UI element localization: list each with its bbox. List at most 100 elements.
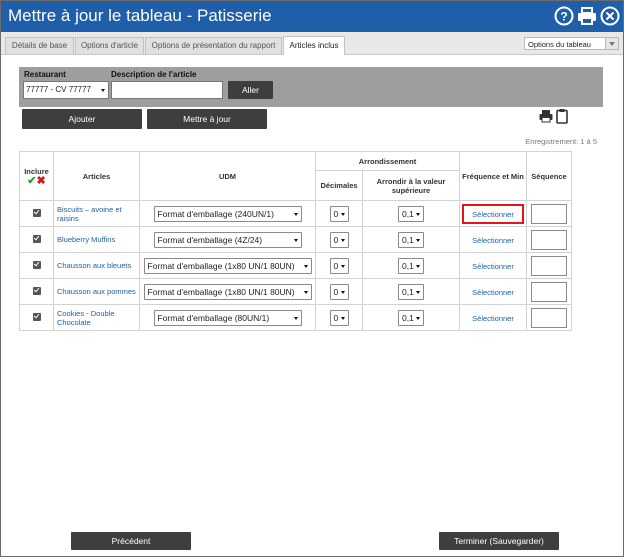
restaurant-label: Restaurant bbox=[24, 70, 66, 79]
include-checkbox[interactable] bbox=[32, 208, 41, 217]
tab-options-presentation[interactable]: Options de présentation du rapport bbox=[145, 37, 282, 54]
chevron-down-icon bbox=[416, 212, 420, 216]
check-all-icon[interactable]: ✔ bbox=[27, 175, 36, 187]
article-name[interactable]: Blueberry Muffins bbox=[53, 226, 140, 253]
arrondir-select[interactable]: 0,1 bbox=[398, 283, 424, 300]
include-checkbox[interactable] bbox=[32, 312, 41, 321]
articles-table: Inclure ✔✖ Articles UDM Arrondissement F… bbox=[19, 151, 573, 331]
udm-select[interactable]: Format d'emballage (1x80 UN/1 80UN) bbox=[143, 283, 312, 300]
frequence-cell: Sélectionner bbox=[459, 226, 528, 253]
include-cell bbox=[19, 278, 54, 305]
previous-button[interactable]: Précédent bbox=[71, 532, 191, 550]
udm-select-value: Format d'emballage (240UN/1) bbox=[157, 208, 274, 219]
arrondir-select-value: 0,1 bbox=[402, 286, 414, 297]
chevron-down-icon bbox=[293, 316, 298, 320]
clipboard-icon[interactable] bbox=[556, 108, 568, 126]
chevron-down-icon bbox=[293, 238, 298, 242]
udm-cell: Format d'emballage (4Z/24) bbox=[139, 226, 316, 253]
include-cell bbox=[19, 200, 54, 227]
sequence-cell bbox=[526, 252, 573, 279]
arrondir-cell: 0,1 bbox=[361, 252, 461, 279]
finish-save-button[interactable]: Terminer (Sauvegarder) bbox=[439, 532, 559, 550]
chevron-down-icon bbox=[340, 212, 345, 216]
close-icon[interactable] bbox=[600, 6, 620, 26]
sequence-input[interactable] bbox=[531, 255, 568, 276]
sequence-input[interactable] bbox=[531, 203, 568, 224]
link-wrap: Sélectionner bbox=[472, 313, 514, 323]
sequence-input[interactable] bbox=[531, 229, 568, 250]
udm-select[interactable]: Format d'emballage (240UN/1) bbox=[153, 205, 302, 222]
selectionner-link[interactable]: Sélectionner bbox=[472, 262, 514, 271]
table-row: Blueberry Muffins Format d'emballage (4Z/… bbox=[19, 226, 573, 253]
table-row: Biscuits – avoine et raisins Format d'emb… bbox=[19, 200, 573, 227]
chevron-down-icon bbox=[340, 238, 345, 242]
decimales-select-value: 0 bbox=[333, 260, 339, 271]
table-row: Chausson aux bleuets Format d'emballage (… bbox=[19, 252, 573, 279]
inclure-header: Inclure ✔✖ bbox=[19, 151, 54, 201]
arrondir-cell: 0,1 bbox=[361, 200, 461, 227]
udm-select-value: Format d'emballage (1x80 UN/1 80UN) bbox=[147, 286, 295, 297]
decimales-cell: 0 bbox=[315, 226, 363, 253]
add-button[interactable]: Ajouter bbox=[22, 109, 142, 129]
article-name[interactable]: Cookies - Double Chocolate bbox=[53, 304, 140, 331]
print-list-icon[interactable] bbox=[539, 109, 553, 125]
decimales-select-value: 0 bbox=[333, 208, 339, 219]
chevron-down-icon bbox=[416, 238, 420, 242]
udm-select[interactable]: Format d'emballage (4Z/24) bbox=[153, 231, 302, 248]
description-input[interactable] bbox=[111, 81, 223, 99]
tab-options-article[interactable]: Options d'article bbox=[75, 37, 144, 54]
udm-cell: Format d'emballage (1x80 UN/1 80UN) bbox=[139, 252, 316, 279]
decimales-select[interactable]: 0 bbox=[329, 257, 349, 274]
sequence-input[interactable] bbox=[531, 281, 568, 302]
sequence-header: Séquence bbox=[526, 151, 573, 201]
articles-header: Articles bbox=[53, 151, 140, 201]
arrondir-select-value: 0,1 bbox=[402, 208, 414, 219]
arrondir-select[interactable]: 0,1 bbox=[398, 309, 424, 326]
restaurant-select[interactable]: 77777 - CV 77777 bbox=[23, 81, 109, 99]
include-checkbox[interactable] bbox=[32, 260, 41, 269]
decimales-select[interactable]: 0 bbox=[329, 283, 349, 300]
include-checkbox[interactable] bbox=[32, 234, 41, 243]
udm-select[interactable]: Format d'emballage (80UN/1) bbox=[153, 309, 302, 326]
update-button[interactable]: Mettre à jour bbox=[147, 109, 267, 129]
tab-details-de-base[interactable]: Détails de base bbox=[5, 37, 74, 54]
include-checkbox[interactable] bbox=[32, 286, 41, 295]
tab-articles-inclus[interactable]: Articles inclus bbox=[283, 36, 345, 55]
article-name[interactable]: Biscuits – avoine et raisins bbox=[53, 200, 140, 227]
aller-button[interactable]: Aller bbox=[228, 81, 273, 99]
link-wrap: Sélectionner bbox=[472, 261, 514, 271]
udm-cell: Format d'emballage (80UN/1) bbox=[139, 304, 316, 331]
article-name[interactable]: Chausson aux pommes bbox=[53, 278, 140, 305]
article-name[interactable]: Chausson aux bleuets bbox=[53, 252, 140, 279]
chevron-down-icon bbox=[605, 38, 618, 49]
help-icon[interactable]: ? bbox=[554, 6, 574, 26]
decimales-select[interactable]: 0 bbox=[329, 231, 349, 248]
options-select-value: Options du tableau bbox=[528, 40, 591, 49]
selectionner-link[interactable]: Sélectionner bbox=[472, 236, 514, 245]
arrondir-select[interactable]: 0,1 bbox=[398, 205, 424, 222]
decimales-select-value: 0 bbox=[333, 234, 339, 245]
svg-text:?: ? bbox=[560, 10, 567, 24]
options-du-tableau-select[interactable]: Options du tableau bbox=[524, 37, 619, 50]
sequence-cell bbox=[526, 226, 573, 253]
filter-bar: Restaurant 77777 - CV 77777 Description … bbox=[19, 67, 603, 107]
chevron-down-icon bbox=[340, 290, 345, 294]
selectionner-link[interactable]: Sélectionner bbox=[472, 288, 514, 297]
arrondir-cell: 0,1 bbox=[361, 278, 461, 305]
arrondissement-header: Arrondissement bbox=[314, 151, 461, 171]
udm-select-value: Format d'emballage (80UN/1) bbox=[157, 312, 270, 323]
decimales-select[interactable]: 0 bbox=[329, 309, 349, 326]
chevron-down-icon bbox=[293, 212, 298, 216]
chevron-down-icon bbox=[416, 316, 420, 320]
print-icon[interactable] bbox=[577, 6, 597, 26]
table-row: Chausson aux pommes Format d'emballage (1… bbox=[19, 278, 573, 305]
arrondir-select[interactable]: 0,1 bbox=[398, 231, 424, 248]
selectionner-link[interactable]: Sélectionner bbox=[472, 210, 514, 219]
selectionner-link[interactable]: Sélectionner bbox=[472, 314, 514, 323]
uncheck-all-icon[interactable]: ✖ bbox=[37, 175, 46, 187]
arrondir-select[interactable]: 0,1 bbox=[398, 257, 424, 274]
udm-select[interactable]: Format d'emballage (1x80 UN/1 80UN) bbox=[143, 257, 312, 274]
sequence-input[interactable] bbox=[531, 307, 568, 328]
decimales-select[interactable]: 0 bbox=[329, 205, 349, 222]
highlight-box: Sélectionner bbox=[462, 203, 524, 224]
